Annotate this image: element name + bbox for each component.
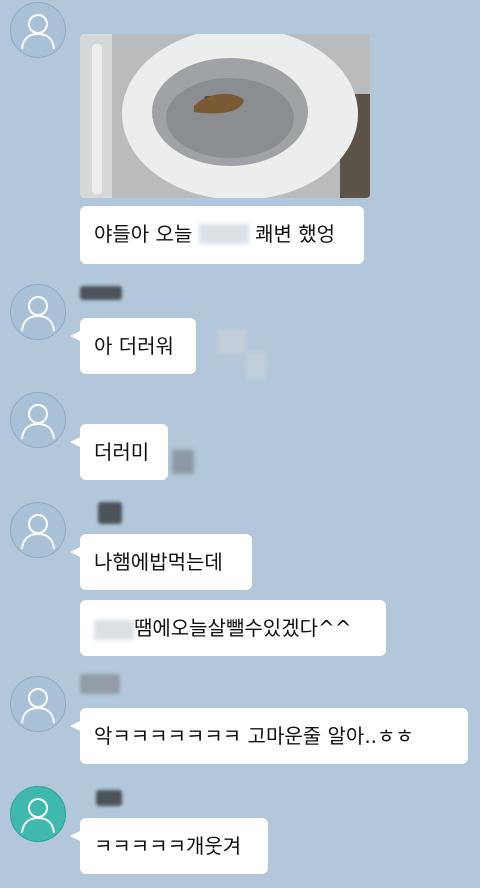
blurred-redaction [198,223,249,244]
message-text: 아 더러워 [94,334,174,358]
avatar[interactable] [10,676,66,732]
message-bubble[interactable]: 야들아 오늘 쾌변 했엉 [80,206,364,264]
message-bubble[interactable]: 더러미 [70,424,168,480]
message-text: 나햄에밥먹는데 [94,550,223,574]
message-bubble[interactable]: 악ㅋㅋㅋㅋㅋㅋㅋ 고마운줄 알아..ㅎㅎ [70,708,468,764]
person-silhouette-icon [21,688,55,724]
message-text: 땜에오늘살뺄수있겠다^^ [134,616,352,640]
blurred-redaction [94,619,134,640]
sender-name-redacted [80,286,122,300]
person-silhouette-icon [21,404,55,440]
message-bubble[interactable]: 나햄에밥먹는데 [70,534,252,590]
blurred-redaction [172,450,194,474]
message-bubble[interactable]: ㅋㅋㅋㅋㅋ개웃겨 [70,818,268,874]
blurred-redaction [246,352,266,380]
sender-name-redacted [96,790,122,806]
sender-name-redacted [80,674,120,694]
avatar[interactable] [10,502,66,558]
message-text: ㅋㅋㅋㅋㅋ개웃겨 [94,834,242,858]
person-silhouette-icon [21,798,55,834]
message-text-continued: 쾌변 했엉 [248,222,336,246]
avatar[interactable] [10,284,66,340]
person-silhouette-icon [21,514,55,550]
shared-photo[interactable] [80,34,370,198]
person-silhouette-icon [21,14,55,50]
avatar[interactable] [10,392,66,448]
toilet-photo-image [80,34,370,198]
message-text: 더러미 [94,440,150,464]
sender-name-redacted [98,502,122,524]
message-text: 야들아 오늘 [94,222,199,246]
message-text: 악ㅋㅋㅋㅋㅋㅋㅋ 고마운줄 알아..ㅎㅎ [94,724,414,748]
avatar[interactable] [10,2,66,58]
blurred-redaction [218,330,246,354]
message-bubble[interactable]: 아 더러워 [70,318,196,374]
message-bubble[interactable]: 땜에오늘살뺄수있겠다^^ [80,600,386,656]
person-silhouette-icon [21,296,55,332]
avatar[interactable] [10,786,66,842]
